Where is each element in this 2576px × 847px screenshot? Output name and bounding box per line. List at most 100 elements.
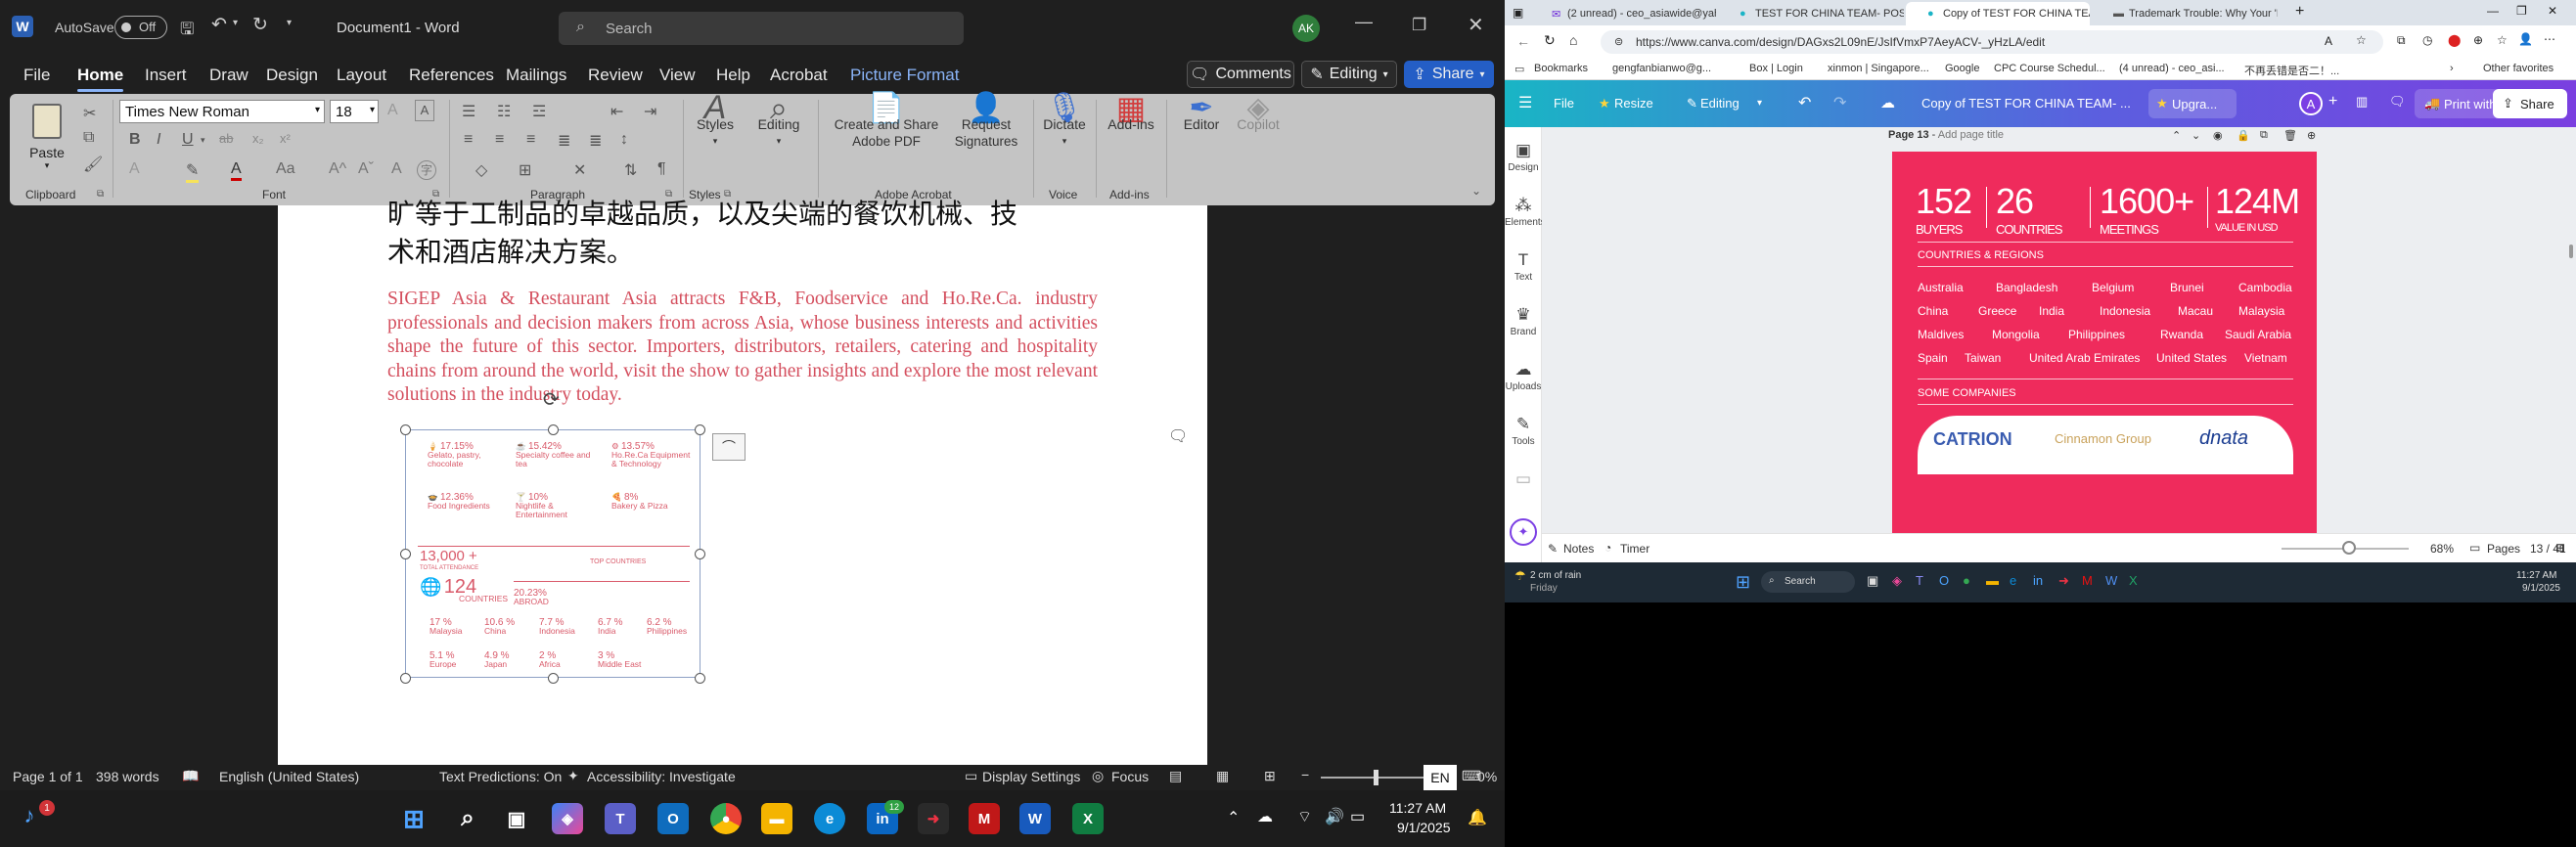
start-icon[interactable]: ⊞ xyxy=(398,803,429,834)
paste-button[interactable]: Paste ▾ xyxy=(27,100,67,182)
sidebar-item-folder[interactable]: ▭ xyxy=(1505,469,1542,491)
comments-button[interactable]: 🗨 Comments xyxy=(1187,61,1294,88)
minimize-icon[interactable]: — xyxy=(1355,12,1373,32)
clock-time[interactable]: 11:27 AM xyxy=(1389,800,1446,816)
page-title-input[interactable]: Add page title xyxy=(1938,129,2004,141)
document-page[interactable]: 旷等于工制品的卓越品质，以及尖端的餐饮机械、技 术和酒店解决方案。 SIGEP … xyxy=(278,198,1207,765)
print-layout-icon[interactable]: ▦ xyxy=(1216,768,1229,784)
grow-font-icon[interactable]: A xyxy=(387,102,398,119)
enclose-char-icon[interactable]: 字 xyxy=(417,160,436,180)
text-predictions[interactable]: Text Predictions: On xyxy=(439,769,562,784)
redo-icon[interactable]: ↷ xyxy=(1833,93,1846,112)
highlight-icon[interactable]: ✎ xyxy=(186,160,200,183)
page-up-icon[interactable]: ⌃ xyxy=(2172,129,2181,142)
avatar[interactable]: AK xyxy=(1292,15,1320,42)
chevron-down-icon[interactable]: ▾ xyxy=(201,135,205,146)
canva-share-button[interactable]: ⇪ Share xyxy=(2493,89,2567,118)
resize-handle-ne[interactable] xyxy=(695,424,705,435)
bookmark-item[interactable]: xinmon | Singapore... xyxy=(1828,63,1929,74)
bookmark-item[interactable]: Google xyxy=(1945,63,1979,74)
sort-icon[interactable]: ⇅ xyxy=(624,160,637,180)
copilot-sidebar-icon[interactable]: ◷ xyxy=(2422,33,2432,47)
add-page-icon[interactable]: ⊕ xyxy=(2307,129,2316,142)
chevron-down-icon[interactable]: ▾ xyxy=(1757,98,1762,109)
page-down-icon[interactable]: ⌄ xyxy=(2192,129,2200,142)
align-right-icon[interactable]: ≡ xyxy=(526,131,535,149)
line-spacing-icon[interactable]: ↕ xyxy=(620,131,628,149)
increase-indent-icon[interactable]: ⇥ xyxy=(644,102,656,121)
save-icon[interactable]: 🖫 xyxy=(180,17,194,45)
file-explorer-icon[interactable]: ▬ xyxy=(761,803,792,834)
wifi-icon[interactable]: ⌔ xyxy=(1297,807,1312,826)
language[interactable]: English (United States) xyxy=(219,769,359,784)
chinese-text-line-2[interactable]: 术和酒店解决方案。 xyxy=(387,231,634,270)
scrollbar-thumb[interactable] xyxy=(2569,245,2573,258)
project-app-icon[interactable]: ➜ xyxy=(2058,573,2069,589)
home-icon[interactable]: ⌂ xyxy=(1569,32,1577,48)
shading-icon[interactable]: ◇ xyxy=(475,160,487,180)
cloud-save-icon[interactable]: ☁ xyxy=(1880,94,1895,111)
show-marks-icon[interactable]: ¶ xyxy=(657,160,666,178)
display-settings[interactable]: Display Settings xyxy=(982,769,1080,784)
copilot-icon[interactable]: ◈ xyxy=(1892,573,1902,589)
bookmarks-folder-icon[interactable]: ▭ xyxy=(1514,63,1524,75)
resize-handle-s[interactable] xyxy=(548,673,559,684)
clock-time[interactable]: 11:27 AM xyxy=(2516,570,2557,581)
zoom-slider[interactable] xyxy=(1321,777,1438,779)
layout-options-icon[interactable]: ⌒ xyxy=(712,433,746,461)
borders-icon[interactable]: ⊞ xyxy=(519,160,531,180)
task-view-icon[interactable]: ▣ xyxy=(1867,573,1878,589)
add-collaborator-icon[interactable]: + xyxy=(2328,93,2337,111)
widgets-icon[interactable]: ♪ xyxy=(18,803,41,827)
styles-button[interactable]: A Styles ▾ xyxy=(691,91,740,150)
bookmark-item[interactable]: gengfanbianwo@g... xyxy=(1612,63,1711,74)
proofing-icon[interactable]: 📖 xyxy=(182,768,199,784)
resize-handle-sw[interactable] xyxy=(400,673,411,684)
sidebar-item-tools[interactable]: ✎ Tools xyxy=(1505,415,1542,447)
grid-view-icon[interactable]: ⊞ xyxy=(2555,541,2565,555)
delete-page-icon[interactable]: 🗑 xyxy=(2283,129,2297,142)
tab-help[interactable]: Help xyxy=(716,66,750,85)
tab-actions-icon[interactable]: ▣ xyxy=(1513,6,1523,20)
browser-tab-canva-copy[interactable]: ● Copy of TEST FOR CHINA TEAM- xyxy=(1906,2,2090,25)
resize-handle-se[interactable] xyxy=(695,673,705,684)
chevron-right-icon[interactable]: › xyxy=(2450,63,2454,74)
tab-home[interactable]: Home xyxy=(77,66,124,92)
comment-icon[interactable]: 🗨 xyxy=(2389,94,2406,110)
restore-icon[interactable]: ❐ xyxy=(2516,4,2527,18)
chrome-icon[interactable]: ● xyxy=(1963,573,1970,588)
copy-icon[interactable]: ⧉ xyxy=(83,129,94,147)
cut-icon[interactable]: ✂ xyxy=(83,104,96,123)
font-name-combo[interactable]: Times New Roman ▾ xyxy=(119,100,325,123)
tab-review[interactable]: Review xyxy=(588,66,643,85)
file-menu[interactable]: File xyxy=(1554,96,1574,111)
tab-mailings[interactable]: Mailings xyxy=(506,66,566,85)
tab-acrobat[interactable]: Acrobat xyxy=(770,66,828,85)
word-icon[interactable]: W xyxy=(2105,573,2117,588)
share-button[interactable]: ⇪ Share ▾ xyxy=(1404,61,1494,88)
weather-text[interactable]: 2 cm of rain xyxy=(1530,570,1581,581)
edge-icon[interactable]: e xyxy=(814,803,845,834)
selected-infographic-image[interactable]: 🍦 17.15% Gelato, pastry, chocolate ☕ 15.4… xyxy=(400,389,705,684)
bookmark-item[interactable]: 不再丢错是否二！... xyxy=(2244,63,2339,78)
sidebar-item-design[interactable]: ▣ Design xyxy=(1505,141,1542,173)
outlook-icon[interactable]: O xyxy=(1939,573,1949,588)
undo-icon[interactable]: ↶ xyxy=(1798,93,1811,112)
resize-handle-w[interactable] xyxy=(400,549,411,559)
dialog-launcher-icon[interactable]: ⧉ xyxy=(97,189,104,200)
asian-layout-icon[interactable]: ✕ xyxy=(573,160,586,180)
bullets-icon[interactable]: ☰ xyxy=(462,102,475,121)
more-icon[interactable]: ⋯ xyxy=(2544,32,2555,46)
bookmark-item[interactable]: CPC Course Schedul... xyxy=(1994,63,2105,74)
sidebar-item-elements[interactable]: ⁂ Elements xyxy=(1505,196,1546,228)
favorites-icon[interactable]: ☆ xyxy=(2497,33,2508,47)
italic-icon[interactable]: I xyxy=(157,131,160,149)
shrink-size-icon[interactable]: Aˇ xyxy=(358,160,374,178)
bold-icon[interactable]: B xyxy=(129,131,141,149)
pages-button[interactable]: Pages xyxy=(2487,542,2520,556)
tab-picture-format[interactable]: Picture Format xyxy=(850,66,959,85)
upgrade-button[interactable]: ★ Upgra... xyxy=(2148,89,2237,118)
menu-icon[interactable]: ☰ xyxy=(1518,93,1532,112)
url-bar[interactable]: ⊜ https://www.canva.com/design/DAGxs2L09… xyxy=(1601,30,2383,54)
close-icon[interactable]: ✕ xyxy=(1468,13,1484,37)
